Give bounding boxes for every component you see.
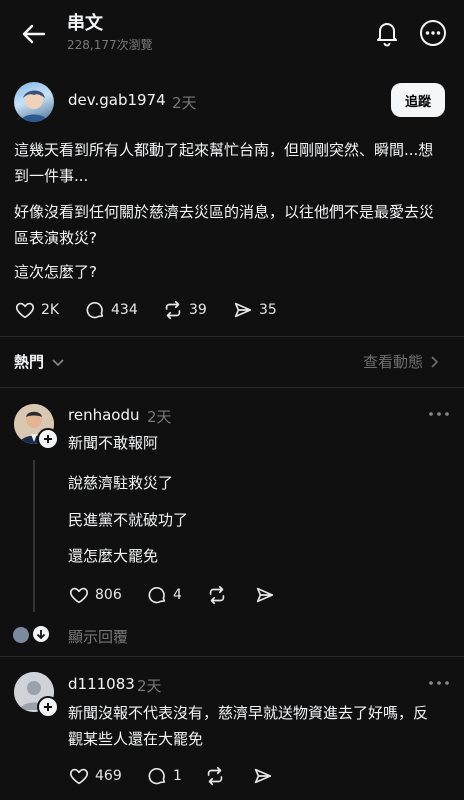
comment-button[interactable]: 434: [84, 299, 138, 321]
activity-label: 查看動態: [363, 353, 424, 371]
share-count: 35: [259, 302, 277, 318]
divider: [0, 656, 464, 657]
divider: [0, 387, 464, 388]
comment-icon: [148, 587, 166, 604]
follow-button[interactable]: 追蹤: [391, 83, 445, 117]
repost-icon: [165, 300, 181, 320]
reply-avatar: [13, 627, 29, 643]
reply-count: 1: [173, 768, 182, 784]
bell-icon[interactable]: [372, 18, 402, 48]
repost-icon: [209, 585, 225, 605]
like-button[interactable]: 2K: [14, 299, 59, 321]
arrow-down-icon: [33, 626, 49, 642]
comment-text: 新聞沒報不代表沒有，慈濟早就送物資進去了好嗎，反觀某些人還在大罷免: [68, 704, 429, 748]
divider: [0, 336, 464, 337]
send-icon: [256, 587, 274, 603]
repost-icon: [207, 766, 223, 786]
comment-text: 新聞不敢報阿: [68, 434, 159, 452]
comment-timestamp: 2天: [147, 408, 172, 426]
post-username[interactable]: dev.gab1974: [68, 91, 166, 109]
sort-dropdown[interactable]: 熱門: [14, 351, 66, 372]
post-paragraph: 這次怎麼了?: [14, 263, 97, 281]
heart-icon: [69, 587, 89, 604]
comment-icon: [148, 768, 166, 785]
share-button[interactable]: 35: [232, 299, 277, 321]
like-button[interactable]: 806: [68, 584, 122, 606]
back-arrow-icon[interactable]: [18, 18, 50, 50]
chevron-down-icon: [52, 358, 64, 366]
comment-username[interactable]: renhaodu: [68, 406, 139, 424]
reply-text: 還怎麼大罷免: [68, 547, 159, 565]
comment-icon: [86, 302, 104, 319]
follow-plus-icon[interactable]: [37, 696, 59, 718]
show-replies-label[interactable]: 顯示回覆: [68, 626, 128, 647]
heart-icon: [69, 768, 89, 785]
comment-button[interactable]: 1: [146, 765, 182, 787]
thread-line: [33, 460, 35, 612]
send-icon: [254, 768, 272, 784]
more-options-icon[interactable]: [418, 18, 448, 48]
like-count: 469: [95, 768, 122, 784]
more-options-icon[interactable]: [428, 678, 450, 688]
share-button[interactable]: [254, 584, 281, 606]
avatar[interactable]: [14, 82, 54, 122]
repost-button[interactable]: [204, 765, 231, 787]
chevron-right-icon: [431, 355, 439, 368]
sort-label: 熱門: [14, 353, 45, 371]
view-activity-link[interactable]: 查看動態: [363, 351, 441, 372]
repost-count: 39: [189, 302, 207, 318]
comment-timestamp: 2天: [137, 677, 162, 695]
view-count: 228,177次瀏覽: [67, 38, 153, 52]
like-count: 2K: [41, 302, 60, 318]
post-timestamp: 2天: [172, 94, 197, 112]
repost-button[interactable]: 39: [162, 299, 207, 321]
like-button[interactable]: 469: [68, 765, 122, 787]
send-icon: [234, 302, 252, 318]
more-options-icon[interactable]: [428, 409, 450, 419]
share-button[interactable]: [252, 765, 279, 787]
reply-text: 說慈濟駐救災了: [68, 474, 174, 492]
comment-count: 434: [111, 302, 138, 318]
heart-icon: [15, 302, 35, 319]
repost-button[interactable]: [206, 584, 233, 606]
post-paragraph: 好像沒看到任何關於慈濟去災區的消息，以往他們不是最愛去災區表演救災?: [14, 203, 435, 247]
show-replies-toggle[interactable]: [13, 626, 49, 644]
comment-username[interactable]: d111083: [68, 675, 135, 693]
like-count: 806: [95, 587, 122, 603]
follow-plus-icon[interactable]: [37, 428, 59, 450]
page-title: 串文: [67, 13, 103, 34]
comment-button[interactable]: 4: [146, 584, 182, 606]
reply-text: 民進黨不就破功了: [68, 511, 189, 529]
reply-count: 4: [173, 587, 182, 603]
post-paragraph: 這幾天看到所有人都動了起來幫忙台南，但剛剛突然、瞬間...想到一件事...: [14, 141, 434, 185]
